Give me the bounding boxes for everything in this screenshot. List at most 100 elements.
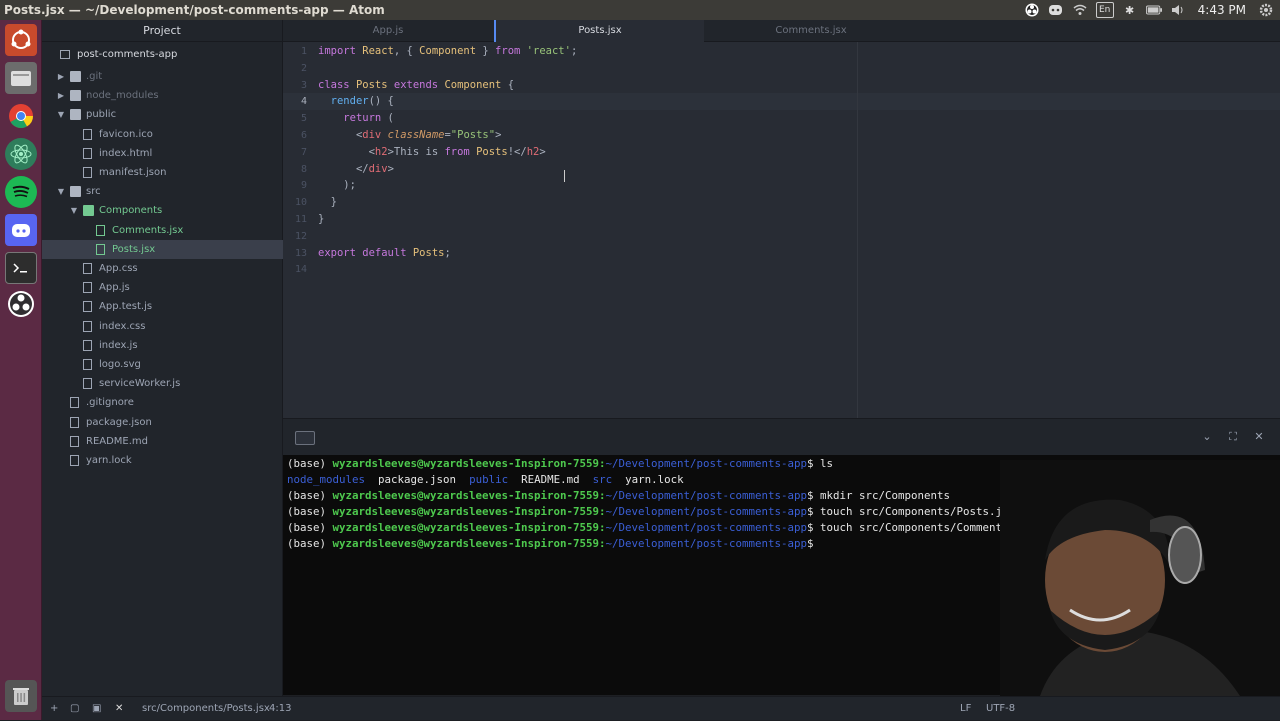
tree-file-row[interactable]: logo.svg [42,355,283,374]
settings-gear-icon[interactable] [1258,2,1274,18]
chevron-down-icon[interactable]: ▼ [56,105,66,124]
tree-item-label: logo.svg [99,359,141,370]
conda-env-label: (base) [287,537,333,550]
terminal-command: $ touch src/Components/Comment [807,521,1003,534]
wrap-guide [857,42,858,418]
code-line[interactable]: <div className="Posts"> [318,127,501,144]
tree-file-row[interactable]: serviceWorker.js [42,374,283,393]
file-icon [70,416,79,428]
tree-folder-row[interactable]: ▼ Components [42,201,283,220]
obs-studio-icon[interactable] [5,288,37,320]
chevron-down-icon[interactable]: ⌄ [1198,428,1216,446]
tree-folder-row[interactable]: ▼ public [42,105,283,124]
line-number-gutter[interactable]: 1 2 3 4 5 6 7 8 9 10 11 12 13 14 [283,42,309,418]
tree-file-row[interactable]: manifest.json [42,163,283,182]
code-line[interactable]: ); [318,177,356,194]
code-line[interactable]: } [318,194,337,211]
maximize-icon[interactable]: ⛶ [1224,428,1242,446]
tree-folder-row[interactable]: ▼ src [42,182,283,201]
file-icon [96,224,105,236]
webcam-overlay [1000,460,1280,696]
discord-icon[interactable] [1048,2,1064,18]
close-icon[interactable]: ✕ [1250,428,1268,446]
tree-item-label: public [86,109,117,121]
bluetooth-icon[interactable]: ✱ [1122,2,1138,18]
code-line[interactable]: </div> [318,161,394,178]
tab-comments-jsx[interactable]: Comments.jsx [706,20,916,42]
tree-file-row[interactable]: index.css [42,317,283,336]
terminal-toggle-icon[interactable]: ▣ [92,697,101,721]
tree-file-row[interactable]: yarn.lock [42,451,283,470]
chevron-down-icon[interactable]: ▼ [69,201,79,220]
file-icon [83,167,92,178]
project-panel-header[interactable]: Project [42,20,282,42]
tree-item-label: Comments.jsx [112,224,184,236]
tree-item-label: package.json [86,416,152,428]
tree-file-row[interactable]: .gitignore [42,393,283,412]
volume-icon[interactable] [1170,2,1186,18]
terminal-icon[interactable] [5,252,37,284]
trash-icon[interactable] [5,680,37,712]
tree-file-row[interactable]: Posts.jsx [42,239,283,259]
current-line-highlight [283,93,1280,110]
top-menu-bar: Posts.jsx — ~/Development/post-comments-… [0,0,1280,20]
status-file-path[interactable]: src/Components/Posts.jsx [142,697,270,721]
tree-item-label: App.js [99,282,130,294]
obs-icon[interactable] [1024,2,1040,18]
chevron-down-icon[interactable]: ▼ [56,182,66,201]
tab-icon[interactable]: ▢ [70,697,79,721]
tree-folder-row[interactable]: ▶ node_modules [42,86,283,105]
close-icon[interactable]: ✕ [115,697,123,721]
status-line-ending[interactable]: LF [960,697,971,721]
status-cursor-position[interactable]: 4:13 [269,697,291,721]
line-number: 6 [300,130,307,141]
add-icon[interactable]: + [50,697,58,721]
tree-file-row[interactable]: favicon.ico [42,125,283,144]
code-line[interactable]: render() { [318,93,394,110]
chevron-right-icon[interactable]: ▶ [56,67,66,86]
files-manager-icon[interactable] [5,62,37,94]
keyboard-layout-indicator[interactable]: En [1095,2,1114,18]
system-tray: En ✱ 4:43 PM [1024,0,1280,20]
tree-item-label: App.test.js [99,301,153,313]
code-line[interactable]: import React, { Component } from 'react'… [318,43,577,60]
code-editor[interactable]: 1 2 3 4 5 6 7 8 9 10 11 12 13 14 import React, { Comp… [283,42,1280,418]
code-line[interactable]: <h2>This is from Posts!</h2> [318,144,546,161]
tree-file-row[interactable]: index.html [42,144,283,163]
chrome-browser-icon[interactable] [5,100,37,132]
code-line[interactable]: } [318,211,324,228]
spotify-icon[interactable] [5,176,37,208]
tree-file-row[interactable]: Comments.jsx [42,221,283,240]
cwd-path: ~/Development/post-comments-app [605,537,808,550]
tree-file-row[interactable]: README.md [42,432,283,451]
discord-app-icon[interactable] [5,214,37,246]
wifi-icon[interactable] [1072,2,1088,18]
editor-tab-bar: App.js Posts.jsx Comments.jsx [283,20,1280,42]
code-line[interactable]: return ( [318,110,394,127]
tree-folder-row[interactable]: ▶ .git [42,67,283,86]
tree-file-row[interactable]: App.css [42,259,283,278]
webcam-person-image [1000,460,1280,696]
clock[interactable]: 4:43 PM [1194,3,1250,17]
chevron-right-icon[interactable]: ▶ [56,86,66,105]
file-icon [70,455,79,466]
code-line[interactable]: export default Posts; [318,245,451,262]
tree-file-row[interactable]: package.json [42,413,283,432]
atom-editor-icon[interactable] [5,138,37,170]
listing-directory: node_modules [287,473,366,486]
tab-app-js[interactable]: App.js [283,20,493,42]
tree-file-row[interactable]: App.js [42,278,283,297]
tab-posts-jsx[interactable]: Posts.jsx [494,20,704,42]
code-line[interactable]: class Posts extends Component { [318,77,514,94]
tree-root-row[interactable]: post-comments-app [42,45,283,64]
status-encoding[interactable]: UTF-8 [986,697,1015,721]
file-icon [83,339,92,351]
keyboard-icon[interactable] [295,431,315,445]
battery-icon[interactable] [1145,2,1162,18]
tree-file-row[interactable]: index.js [42,336,283,355]
tree-item-label: Components [99,205,163,217]
conda-env-label: (base) [287,505,333,518]
ubuntu-dash-button[interactable] [5,24,37,56]
tree-item-label: index.css [99,320,146,332]
tree-file-row[interactable]: App.test.js [42,297,283,316]
